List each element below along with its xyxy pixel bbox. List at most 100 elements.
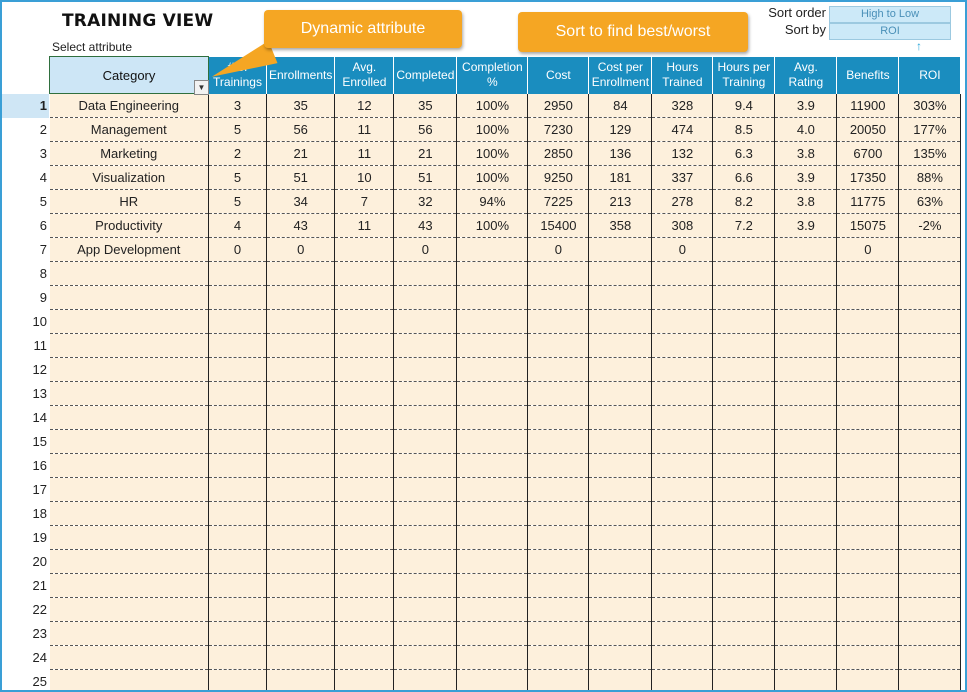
table-cell[interactable] bbox=[456, 333, 529, 358]
table-cell[interactable]: 0 bbox=[393, 237, 458, 262]
table-cell[interactable] bbox=[527, 357, 590, 382]
table-cell[interactable] bbox=[208, 501, 267, 526]
table-cell[interactable] bbox=[774, 309, 838, 334]
table-cell[interactable]: 2 bbox=[208, 141, 267, 166]
table-cell[interactable] bbox=[208, 573, 267, 598]
table-cell[interactable] bbox=[527, 477, 590, 502]
row-number[interactable]: 23 bbox=[2, 622, 49, 646]
table-cell[interactable] bbox=[651, 261, 714, 286]
table-cell[interactable]: 3.8 bbox=[774, 189, 838, 214]
category-cell[interactable]: Marketing bbox=[49, 141, 209, 166]
table-cell[interactable] bbox=[527, 261, 590, 286]
table-cell[interactable] bbox=[898, 597, 962, 622]
table-cell[interactable] bbox=[774, 453, 838, 478]
table-cell[interactable]: 21 bbox=[393, 141, 458, 166]
table-cell[interactable] bbox=[456, 501, 529, 526]
table-cell[interactable] bbox=[774, 429, 838, 454]
table-cell[interactable]: 100% bbox=[456, 165, 529, 190]
table-cell[interactable] bbox=[208, 381, 267, 406]
table-cell[interactable] bbox=[393, 357, 458, 382]
table-cell[interactable]: 100% bbox=[456, 141, 529, 166]
table-cell[interactable] bbox=[712, 477, 776, 502]
table-cell[interactable]: 56 bbox=[266, 117, 336, 142]
table-cell[interactable]: 0 bbox=[266, 237, 336, 262]
category-cell[interactable] bbox=[49, 285, 209, 310]
table-cell[interactable]: -2% bbox=[898, 213, 962, 238]
table-cell[interactable] bbox=[774, 597, 838, 622]
table-cell[interactable] bbox=[774, 261, 838, 286]
row-number[interactable]: 15 bbox=[2, 430, 49, 454]
table-cell[interactable] bbox=[588, 621, 653, 646]
table-cell[interactable] bbox=[588, 333, 653, 358]
table-cell[interactable] bbox=[651, 549, 714, 574]
table-cell[interactable] bbox=[836, 453, 900, 478]
table-cell[interactable] bbox=[712, 669, 776, 690]
table-cell[interactable] bbox=[651, 525, 714, 550]
table-cell[interactable] bbox=[334, 381, 395, 406]
table-cell[interactable] bbox=[898, 645, 962, 670]
table-cell[interactable]: 213 bbox=[588, 189, 653, 214]
table-cell[interactable] bbox=[208, 357, 267, 382]
table-cell[interactable] bbox=[334, 237, 395, 262]
table-cell[interactable] bbox=[208, 669, 267, 690]
table-cell[interactable] bbox=[836, 333, 900, 358]
table-cell[interactable] bbox=[456, 405, 529, 430]
table-cell[interactable] bbox=[836, 597, 900, 622]
table-cell[interactable] bbox=[266, 501, 336, 526]
table-cell[interactable] bbox=[588, 285, 653, 310]
table-cell[interactable] bbox=[651, 597, 714, 622]
table-cell[interactable] bbox=[651, 381, 714, 406]
table-cell[interactable]: 43 bbox=[266, 213, 336, 238]
table-cell[interactable] bbox=[456, 669, 529, 690]
table-cell[interactable]: 11 bbox=[334, 117, 395, 142]
table-cell[interactable]: 17350 bbox=[836, 165, 900, 190]
table-cell[interactable]: 15075 bbox=[836, 213, 900, 238]
table-cell[interactable] bbox=[651, 357, 714, 382]
table-cell[interactable] bbox=[898, 669, 962, 690]
table-cell[interactable] bbox=[456, 597, 529, 622]
table-cell[interactable] bbox=[588, 237, 653, 262]
table-cell[interactable] bbox=[651, 501, 714, 526]
table-cell[interactable]: 43 bbox=[393, 213, 458, 238]
table-cell[interactable]: 328 bbox=[651, 93, 714, 118]
table-cell[interactable] bbox=[393, 309, 458, 334]
table-cell[interactable] bbox=[456, 453, 529, 478]
table-cell[interactable] bbox=[898, 477, 962, 502]
table-cell[interactable] bbox=[266, 261, 336, 286]
table-cell[interactable] bbox=[334, 501, 395, 526]
table-cell[interactable] bbox=[774, 405, 838, 430]
table-cell[interactable] bbox=[712, 333, 776, 358]
table-cell[interactable] bbox=[266, 333, 336, 358]
row-number[interactable]: 25 bbox=[2, 670, 49, 690]
category-cell[interactable]: Visualization bbox=[49, 165, 209, 190]
category-cell[interactable] bbox=[49, 621, 209, 646]
table-cell[interactable] bbox=[836, 477, 900, 502]
table-cell[interactable]: 9250 bbox=[527, 165, 590, 190]
table-cell[interactable] bbox=[774, 669, 838, 690]
table-cell[interactable] bbox=[393, 477, 458, 502]
table-cell[interactable] bbox=[651, 453, 714, 478]
table-cell[interactable] bbox=[456, 549, 529, 574]
dropdown-arrow-icon[interactable]: ▼ bbox=[194, 80, 209, 95]
row-number[interactable]: 12 bbox=[2, 358, 49, 382]
table-cell[interactable] bbox=[836, 621, 900, 646]
table-cell[interactable] bbox=[712, 573, 776, 598]
table-cell[interactable] bbox=[651, 333, 714, 358]
category-cell[interactable]: Management bbox=[49, 117, 209, 142]
table-cell[interactable] bbox=[527, 405, 590, 430]
table-cell[interactable] bbox=[898, 453, 962, 478]
table-cell[interactable]: 11900 bbox=[836, 93, 900, 118]
table-cell[interactable] bbox=[836, 261, 900, 286]
row-number[interactable]: 7 bbox=[2, 238, 49, 262]
table-cell[interactable] bbox=[527, 309, 590, 334]
table-cell[interactable] bbox=[651, 645, 714, 670]
table-cell[interactable] bbox=[456, 525, 529, 550]
table-cell[interactable]: 8.5 bbox=[712, 117, 776, 142]
table-cell[interactable] bbox=[266, 453, 336, 478]
table-cell[interactable] bbox=[208, 333, 267, 358]
category-cell[interactable] bbox=[49, 669, 209, 690]
table-cell[interactable] bbox=[712, 453, 776, 478]
row-number[interactable]: 14 bbox=[2, 406, 49, 430]
table-cell[interactable] bbox=[527, 621, 590, 646]
table-cell[interactable] bbox=[208, 405, 267, 430]
